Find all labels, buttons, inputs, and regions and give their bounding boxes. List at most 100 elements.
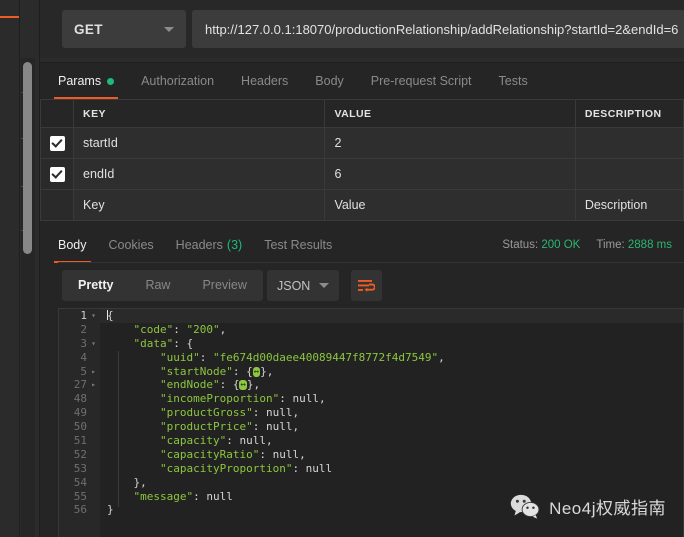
param-checkbox-cell-empty[interactable] [39,189,75,221]
code-line-27: "endNode": {↔}, [159,378,261,392]
word-wrap-icon [358,279,375,292]
tab-label: Tests [498,74,528,88]
param-value-cell[interactable]: 6 [324,158,576,190]
editor-gutter: 1 ▾ 2 3 ▾ 4 5 ▸ 27 ▸ 48 49 50 51 52 53 54 55 56 [59,309,100,537]
param-checkbox-cell[interactable] [39,127,75,159]
request-tab-authorization[interactable]: Authorization [141,63,214,99]
param-description-cell[interactable] [574,127,684,159]
param-key-cell[interactable]: startId [73,127,326,159]
format-toolbar: Pretty Raw Preview JSON [40,266,684,306]
editor-code-area[interactable]: { "code": "200", "data": { "uuid": "fe67… [100,309,683,537]
tab-label: Cookies [108,238,154,252]
tab-label: Body [58,238,87,252]
response-meta: Status: 200 OK Time: 2888 ms [502,227,672,263]
headers-count-badge: (3) [226,238,243,252]
params-row: endId 6 [39,158,684,190]
status-label: Status: [502,239,539,251]
text-cursor [107,310,108,320]
code-line-50: "productPrice": null, [159,420,300,434]
code-line-4: "uuid": "fe674d00daee40089447f8772f4d754… [159,350,445,364]
param-value-input[interactable]: Value [324,189,576,221]
tab-label: Body [315,74,344,88]
language-select[interactable]: JSON [267,270,339,301]
time-value: 2888 ms [627,239,672,251]
gutter-line-1: 1 ▾ [59,309,100,323]
gutter-line-55: 55 [73,489,87,503]
response-body-editor[interactable]: 1 ▾ 2 3 ▾ 4 5 ▸ 27 ▸ 48 49 50 51 52 53 54 55 56 { "code": … [58,308,684,537]
chevron-down-icon [164,26,174,32]
fold-collapsed-icon[interactable]: ▸ [89,378,98,392]
request-tab-body[interactable]: Body [315,63,344,99]
param-description-input[interactable]: Description [574,189,684,221]
code-line-49: "productGross": null, [159,406,300,420]
params-header-row: KEY VALUE DESCRIPTION [39,99,684,128]
gutter-line-27: 27 ▸ [59,378,100,392]
outer-rail [0,0,20,537]
gutter-line-52: 52 [73,447,87,461]
param-description-cell[interactable] [574,158,684,190]
params-header-description: DESCRIPTION [574,99,684,128]
gutter-line-4: 4 [80,350,87,364]
param-checkbox[interactable] [49,166,65,182]
param-key-input[interactable]: Key [73,189,326,221]
url-input[interactable]: http://127.0.0.1:18070/productionRelatio… [192,10,684,48]
params-header-check [39,99,75,128]
param-value-cell[interactable]: 2 [324,127,576,159]
response-tabs: Body Cookies Headers (3) Test Results Status… [40,227,684,263]
code-line-56: } [107,503,114,517]
http-method-label: GET [74,21,103,37]
gutter-line-56: 56 [73,503,87,517]
chevron-down-icon [319,283,329,288]
collapsed-fold-badge[interactable]: ↔ [252,366,261,377]
param-key-cell[interactable]: endId [73,158,326,190]
response-tab-test-results[interactable]: Test Results [264,227,332,263]
param-checkbox-cell[interactable] [39,158,75,190]
http-method-select[interactable]: GET [62,10,186,48]
params-placeholder-row: Key Value Description [39,189,684,221]
format-mode-raw[interactable]: Raw [129,270,186,301]
code-line-55: "message": null [133,489,233,503]
fold-expanded-icon[interactable]: ▾ [89,337,98,351]
request-tab-headers[interactable]: Headers [241,63,288,99]
params-header-key: KEY [73,99,326,128]
params-row: startId 2 [39,127,684,159]
code-line-54: }, [107,475,147,489]
code-line-51: "capacity": null, [159,434,273,448]
url-text: http://127.0.0.1:18070/productionRelatio… [205,21,679,37]
params-table: KEY VALUE DESCRIPTION startId 2 endId 6 Key V… [39,99,684,221]
request-tab-tests[interactable]: Tests [499,63,528,99]
time-label: Time: [596,239,625,251]
vertical-scrollbar-thumb[interactable] [23,62,32,254]
gutter-line-2: 2 [80,322,87,336]
request-tab-pre-request-script[interactable]: Pre-request Script [371,63,472,99]
format-mode-group: Pretty Raw Preview [62,270,263,301]
response-tab-body[interactable]: Body [54,227,90,263]
gutter-line-48: 48 [73,392,87,406]
code-line-52: "capacityRatio": null, [159,447,306,461]
request-tab-params[interactable]: Params [53,63,119,99]
code-line-3: "data": { [133,336,194,350]
tab-label: Params [58,74,102,88]
code-line-53: "capacityProportion": null [159,461,333,475]
word-wrap-button[interactable] [351,270,382,301]
gutter-line-5: 5 ▸ [59,365,100,379]
response-tab-cookies[interactable]: Cookies [109,227,154,263]
code-line-48: "incomeProportion": null, [159,392,326,406]
gutter-line-53: 53 [73,461,87,475]
format-mode-preview[interactable]: Preview [186,270,262,301]
response-tab-headers[interactable]: Headers (3) [176,227,243,263]
status-value: 200 OK [541,239,581,251]
tab-label: Headers [175,238,223,252]
format-mode-pretty[interactable]: Pretty [62,270,129,301]
params-header-value: VALUE [324,99,576,128]
fold-expanded-icon[interactable]: ▾ [89,309,98,323]
tab-label: Authorization [141,74,215,88]
param-checkbox[interactable] [49,135,65,151]
gutter-line-51: 51 [73,434,87,448]
collapsed-fold-badge[interactable]: ↔ [239,380,247,391]
time-block: Time: 2888 ms [596,239,672,251]
request-bar: GET http://127.0.0.1:18070/productionRel… [40,0,684,58]
tab-label: Test Results [264,238,333,252]
outer-accent-bar [0,16,20,18]
fold-collapsed-icon[interactable]: ▸ [89,365,98,379]
